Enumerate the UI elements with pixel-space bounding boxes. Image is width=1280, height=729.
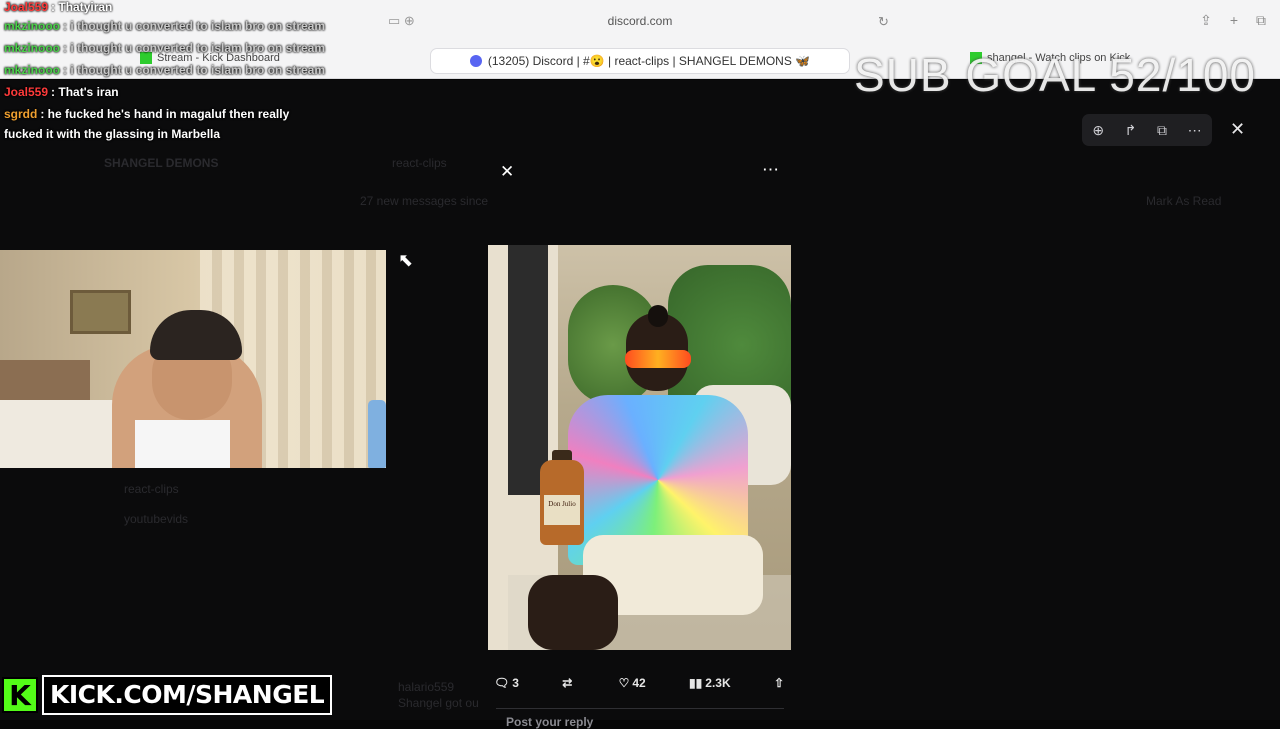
browser-actions: ⇪ + ⧉ bbox=[1200, 12, 1266, 29]
message-author[interactable]: halario559 bbox=[398, 680, 454, 694]
views-button[interactable]: ▮▮ 2.3K bbox=[689, 676, 731, 690]
chat-username: Joal559 bbox=[4, 85, 49, 99]
tab-overview-icon[interactable]: ⧉ bbox=[1256, 12, 1266, 29]
sidebar-toggle-icon[interactable]: ▭ ⊕ bbox=[388, 13, 415, 29]
views-icon: ▮▮ bbox=[689, 676, 703, 690]
like-button[interactable]: ♡ 42 bbox=[619, 676, 646, 690]
chat-username: mkzinooo bbox=[4, 63, 60, 77]
wall-painting bbox=[70, 290, 131, 334]
sub-goal-overlay: SUB GOAL 52/100 bbox=[854, 49, 1256, 101]
retweet-icon: ⇄ bbox=[562, 676, 573, 690]
chat-message: sgrdd: he fucked he's hand in magaluf th… bbox=[4, 107, 290, 121]
heart-icon: ♡ bbox=[618, 676, 630, 690]
image-viewer-toolbar: ⊕ ↱ ⧉ ⋯ bbox=[1082, 114, 1212, 146]
mouse-cursor-icon: ⬉ bbox=[398, 250, 414, 270]
kick-channel-url: KICK.COM/SHANGEL bbox=[42, 675, 333, 715]
reply-input[interactable]: Post your reply bbox=[496, 708, 784, 729]
share-icon: ⇧ bbox=[773, 676, 784, 690]
share-button[interactable]: ⇧ bbox=[774, 676, 784, 690]
new-tab-icon[interactable]: + bbox=[1230, 12, 1238, 29]
sunglasses bbox=[625, 350, 691, 368]
close-viewer-icon[interactable]: ✕ bbox=[1230, 119, 1245, 140]
channel-header: react-clips bbox=[392, 156, 447, 170]
chat-username: Joal559 bbox=[4, 0, 49, 14]
forward-icon[interactable]: ↱ bbox=[1125, 122, 1137, 139]
reply-button[interactable]: 🗨 3 bbox=[494, 676, 519, 690]
share-icon[interactable]: ⇪ bbox=[1200, 12, 1212, 29]
mark-as-read-button[interactable]: Mark As Read bbox=[1146, 194, 1221, 208]
kick-logo-icon: K bbox=[2, 677, 38, 713]
new-messages-bar[interactable]: 27 new messages since bbox=[360, 194, 488, 208]
tweet-action-bar: 🗨 3 ⇄ ♡ 42 ▮▮ 2.3K ⇧ bbox=[494, 674, 784, 692]
more-options-icon[interactable]: ⋯ bbox=[762, 160, 779, 180]
channel-item-youtubevids[interactable]: youtubevids bbox=[124, 512, 188, 526]
more-icon[interactable]: ⋯ bbox=[1188, 122, 1202, 139]
channel-item-react-clips[interactable]: react-clips bbox=[124, 482, 179, 496]
message-text: Shangel got ou bbox=[398, 696, 479, 710]
discord-favicon-icon bbox=[469, 55, 482, 67]
zoom-in-icon[interactable]: ⊕ bbox=[1092, 122, 1104, 139]
chat-username: mkzinooo bbox=[4, 19, 60, 33]
open-external-icon[interactable]: ⧉ bbox=[1157, 122, 1167, 139]
address-bar[interactable]: discord.com bbox=[560, 14, 720, 28]
chat-message: mkzinooo: i thought u converted to islam… bbox=[4, 41, 326, 55]
kick-channel-banner: K KICK.COM/SHANGEL bbox=[2, 675, 333, 715]
tab-discord[interactable]: (13205) Discord | #😮 | react-clips | SHA… bbox=[430, 48, 850, 74]
server-name: SHANGEL DEMONS bbox=[104, 156, 219, 170]
water-bottle bbox=[368, 400, 386, 468]
chat-message: mkzinooo: i thought u converted to islam… bbox=[4, 63, 326, 77]
tab-discord-title: (13205) Discord | #😮 | react-clips | SHA… bbox=[487, 54, 811, 68]
retweet-button[interactable]: ⇄ bbox=[562, 676, 575, 690]
tweet-media-image[interactable]: Don Julio bbox=[488, 245, 791, 650]
chat-message: Joal559: That's iran bbox=[4, 85, 119, 99]
reply-icon: 🗨 bbox=[494, 676, 510, 690]
chat-message: mkzinooo: i thought u converted to islam… bbox=[4, 19, 326, 33]
reload-icon[interactable]: ↻ bbox=[878, 14, 889, 30]
webcam-feed bbox=[0, 250, 386, 468]
chat-message: Joal559: Thatyiran bbox=[4, 0, 113, 14]
close-media-icon[interactable]: ✕ bbox=[500, 162, 514, 182]
bottle-label: Don Julio bbox=[544, 495, 580, 525]
chat-message-continued: fucked it with the glassing in Marbella bbox=[4, 127, 221, 141]
chat-username: sgrdd bbox=[4, 107, 38, 121]
chat-username: mkzinooo bbox=[4, 41, 60, 55]
